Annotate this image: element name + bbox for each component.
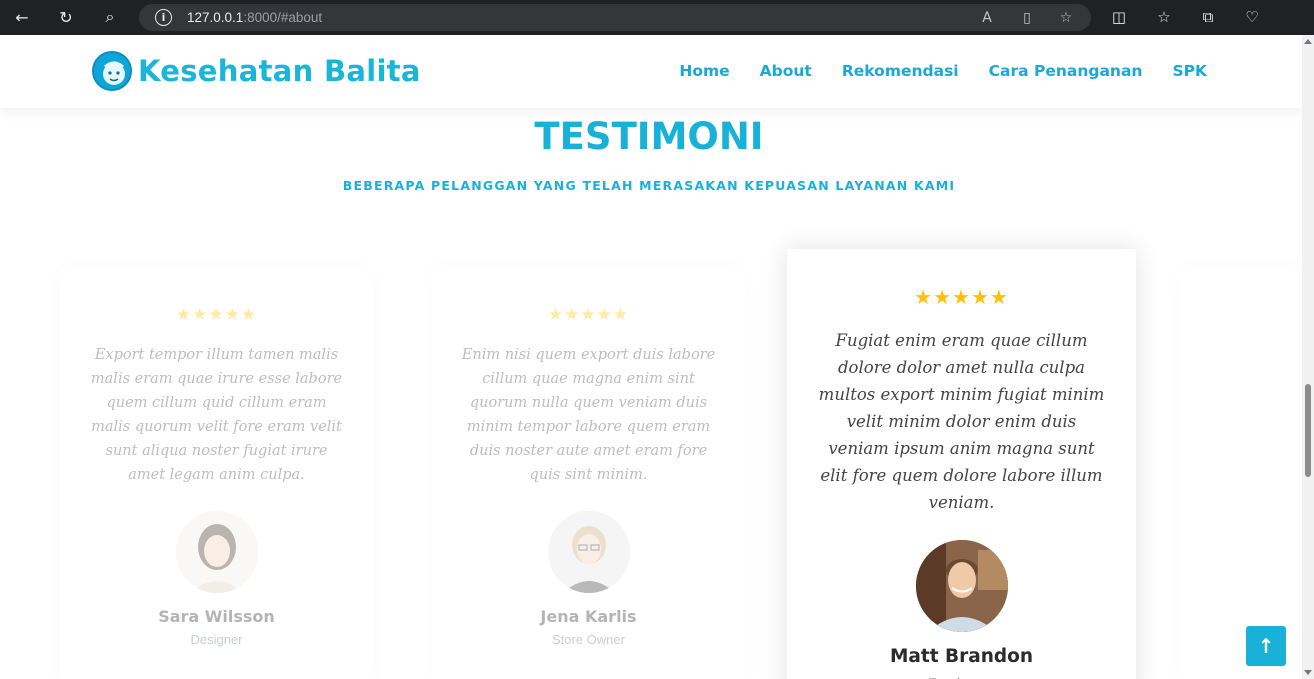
person-name: Sara Wilsson xyxy=(158,607,275,626)
testimonial-quote: Enim nisi quem export duis labore cillum… xyxy=(461,347,716,483)
reload-icon[interactable]: ↻ xyxy=(54,6,78,28)
back-to-top-button[interactable]: ↑ xyxy=(1246,626,1286,666)
browser-toolbar: ← ↻ ⌕ i 127.0.0.1:8000/#about A ▯ ☆ ◫ ☆ … xyxy=(0,0,1314,35)
url-text[interactable]: 127.0.0.1:8000/#about xyxy=(187,10,322,25)
split-screen-icon[interactable]: ◫ xyxy=(1108,6,1130,28)
main-nav: Home About Rekomendasi Cara Penanganan S… xyxy=(679,62,1207,80)
testimonial-card-next[interactable] xyxy=(1177,267,1302,679)
scroll-down-arrow-icon[interactable] xyxy=(1304,670,1312,675)
testimonial-card[interactable]: ★★★★★ Enim nisi quem export duis labore … xyxy=(432,267,745,679)
page-scrollbar[interactable] xyxy=(1302,35,1314,679)
person-role: Freelancer xyxy=(787,675,1136,679)
favorite-star-icon[interactable]: ☆ xyxy=(1056,8,1076,28)
avatar xyxy=(175,511,258,593)
address-bar[interactable]: i 127.0.0.1:8000/#about A ▯ ☆ xyxy=(139,4,1091,31)
site-info-icon[interactable]: i xyxy=(155,9,172,26)
testimonial-card-active[interactable]: ★★★★★ Fugiat enim eram quae cillum dolor… xyxy=(787,249,1136,679)
rating-stars: ★★★★★ xyxy=(547,305,630,325)
person-role: Designer xyxy=(190,632,243,647)
person-name: Matt Brandon xyxy=(889,646,1034,667)
person-role: Store Owner xyxy=(552,632,625,647)
section-title: TESTIMONI xyxy=(534,115,764,158)
nav-rekomendasi[interactable]: Rekomendasi xyxy=(842,62,959,80)
logo-icon[interactable] xyxy=(92,51,132,91)
rating-stars: ★★★★★ xyxy=(914,285,1009,309)
page-viewport: Kesehatan Balita Home About Rekomendasi … xyxy=(0,35,1302,679)
nav-about[interactable]: About xyxy=(760,62,812,80)
scroll-up-arrow-icon[interactable] xyxy=(1304,39,1312,44)
collections-icon[interactable]: ⧉ xyxy=(1197,6,1219,28)
site-header: Kesehatan Balita Home About Rekomendasi … xyxy=(0,35,1302,108)
favorites-icon[interactable]: ☆ xyxy=(1153,6,1175,28)
avatar xyxy=(915,540,1008,632)
person-name: Jena Karlis xyxy=(540,607,637,626)
logo-text[interactable]: Kesehatan Balita xyxy=(138,54,421,88)
scroll-thumb[interactable] xyxy=(1305,384,1311,477)
testimonial-quote: Export tempor illum tamen malis malis er… xyxy=(90,347,343,483)
nav-spk[interactable]: SPK xyxy=(1172,62,1207,80)
nav-home[interactable]: Home xyxy=(679,62,729,80)
read-aloud-icon[interactable]: A xyxy=(977,8,997,28)
testimonial-quote: Fugiat enim eram quae cillum dolore dolo… xyxy=(818,331,1105,512)
immersive-reader-icon[interactable]: ▯ xyxy=(1017,8,1037,28)
avatar xyxy=(547,511,630,593)
browser-essentials-icon[interactable]: ♡ xyxy=(1241,6,1263,28)
nav-cara-penanganan[interactable]: Cara Penanganan xyxy=(989,62,1143,80)
back-icon[interactable]: ← xyxy=(10,6,34,28)
testimonial-card[interactable]: ★★★★★ Export tempor illum tamen malis ma… xyxy=(60,267,373,679)
section-subtitle: BEBERAPA PELANGGAN YANG TELAH MERASAKAN … xyxy=(342,178,956,193)
search-icon[interactable]: ⌕ xyxy=(98,6,122,28)
rating-stars: ★★★★★ xyxy=(175,305,258,325)
